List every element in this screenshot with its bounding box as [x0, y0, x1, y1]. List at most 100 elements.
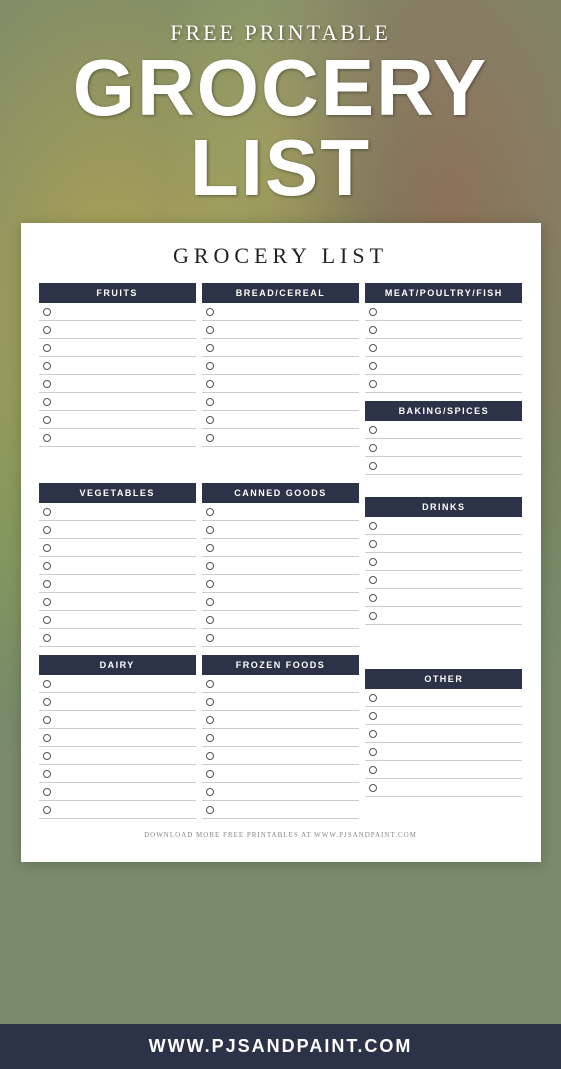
top-row: FRUITS BREAD/CEREAL — [39, 283, 523, 475]
list-item — [365, 707, 522, 725]
checkbox-icon — [369, 362, 377, 370]
canned-goods-header: CANNED GOODS — [202, 483, 359, 503]
list-item — [365, 375, 522, 393]
checkbox-icon — [206, 598, 214, 606]
list-item — [365, 535, 522, 553]
list-item — [39, 593, 196, 611]
list-item — [202, 693, 359, 711]
baking-header: BAKING/SPICES — [365, 401, 522, 421]
bread-cereal-section: BREAD/CEREAL — [202, 283, 359, 475]
list-item — [202, 575, 359, 593]
checkbox-icon — [369, 576, 377, 584]
list-item — [202, 729, 359, 747]
list-item — [202, 411, 359, 429]
checkbox-icon — [206, 698, 214, 706]
list-item — [202, 675, 359, 693]
list-item — [202, 629, 359, 647]
list-item — [202, 339, 359, 357]
checkbox-icon — [206, 344, 214, 352]
list-item — [39, 321, 196, 339]
list-item — [39, 611, 196, 629]
checkbox-icon — [206, 680, 214, 688]
checkbox-icon — [369, 784, 377, 792]
checkbox-icon — [369, 612, 377, 620]
checkbox-icon — [369, 766, 377, 774]
checkbox-icon — [206, 734, 214, 742]
card-title: GROCERY LIST — [39, 243, 523, 269]
list-item — [202, 557, 359, 575]
list-item — [39, 675, 196, 693]
checkbox-icon — [43, 616, 51, 624]
frozen-foods-section: FROZEN FOODS — [202, 655, 359, 819]
checkbox-icon — [369, 326, 377, 334]
list-item — [202, 393, 359, 411]
checkbox-icon — [206, 362, 214, 370]
list-item — [365, 607, 522, 625]
checkbox-icon — [206, 562, 214, 570]
list-item — [365, 421, 522, 439]
checkbox-icon — [43, 752, 51, 760]
checkbox-icon — [43, 698, 51, 706]
checkbox-icon — [206, 752, 214, 760]
checkbox-icon — [206, 380, 214, 388]
baking-section: BAKING/SPICES — [365, 401, 522, 475]
list-item — [39, 629, 196, 647]
list-label: LIST — [20, 128, 541, 208]
list-item — [365, 339, 522, 357]
list-item — [202, 303, 359, 321]
list-item — [39, 339, 196, 357]
checkbox-icon — [43, 434, 51, 442]
list-item — [202, 357, 359, 375]
checkbox-icon — [206, 434, 214, 442]
list-item — [39, 375, 196, 393]
checkbox-icon — [206, 580, 214, 588]
list-item — [202, 783, 359, 801]
checkbox-icon — [369, 748, 377, 756]
list-item — [39, 801, 196, 819]
list-item — [365, 761, 522, 779]
list-item — [365, 779, 522, 797]
checkbox-icon — [43, 598, 51, 606]
checkbox-icon — [369, 308, 377, 316]
frozen-foods-header: FROZEN FOODS — [202, 655, 359, 675]
checkbox-icon — [369, 344, 377, 352]
checkbox-icon — [43, 416, 51, 424]
checkbox-icon — [369, 380, 377, 388]
list-item — [365, 321, 522, 339]
checkbox-icon — [43, 770, 51, 778]
list-item — [365, 743, 522, 761]
other-section: OTHER — [365, 669, 522, 797]
checkbox-icon — [43, 788, 51, 796]
list-item — [39, 711, 196, 729]
checkbox-icon — [43, 380, 51, 388]
checkbox-icon — [369, 712, 377, 720]
list-item — [39, 575, 196, 593]
list-item — [365, 571, 522, 589]
fruits-section: FRUITS — [39, 283, 196, 475]
checkbox-icon — [206, 544, 214, 552]
checkbox-icon — [369, 444, 377, 452]
list-item — [39, 693, 196, 711]
printable-card: GROCERY LIST FRUITS BREAD/CEREAL — [21, 223, 541, 862]
right-col-3: OTHER — [365, 655, 522, 819]
bot-row: DAIRY FROZEN FOODS — [39, 655, 523, 819]
checkbox-icon — [206, 308, 214, 316]
checkbox-icon — [43, 398, 51, 406]
checkbox-icon — [43, 580, 51, 588]
dairy-header: DAIRY — [39, 655, 196, 675]
checkbox-icon — [369, 426, 377, 434]
meat-section: MEAT/POULTRY/FISH — [365, 283, 522, 393]
list-item — [202, 801, 359, 819]
checkbox-icon — [206, 788, 214, 796]
checkbox-icon — [369, 694, 377, 702]
checkbox-icon — [369, 594, 377, 602]
meat-header: MEAT/POULTRY/FISH — [365, 283, 522, 303]
footer-text: DOWNLOAD MORE FREE PRINTABLES AT WWW.PJS… — [39, 831, 523, 839]
checkbox-icon — [206, 326, 214, 334]
checkbox-icon — [43, 308, 51, 316]
dairy-section: DAIRY — [39, 655, 196, 819]
checkbox-icon — [206, 416, 214, 424]
website-url: WWW.PJSANDPAINT.COM — [149, 1036, 413, 1056]
list-item — [365, 357, 522, 375]
checkbox-icon — [43, 634, 51, 642]
